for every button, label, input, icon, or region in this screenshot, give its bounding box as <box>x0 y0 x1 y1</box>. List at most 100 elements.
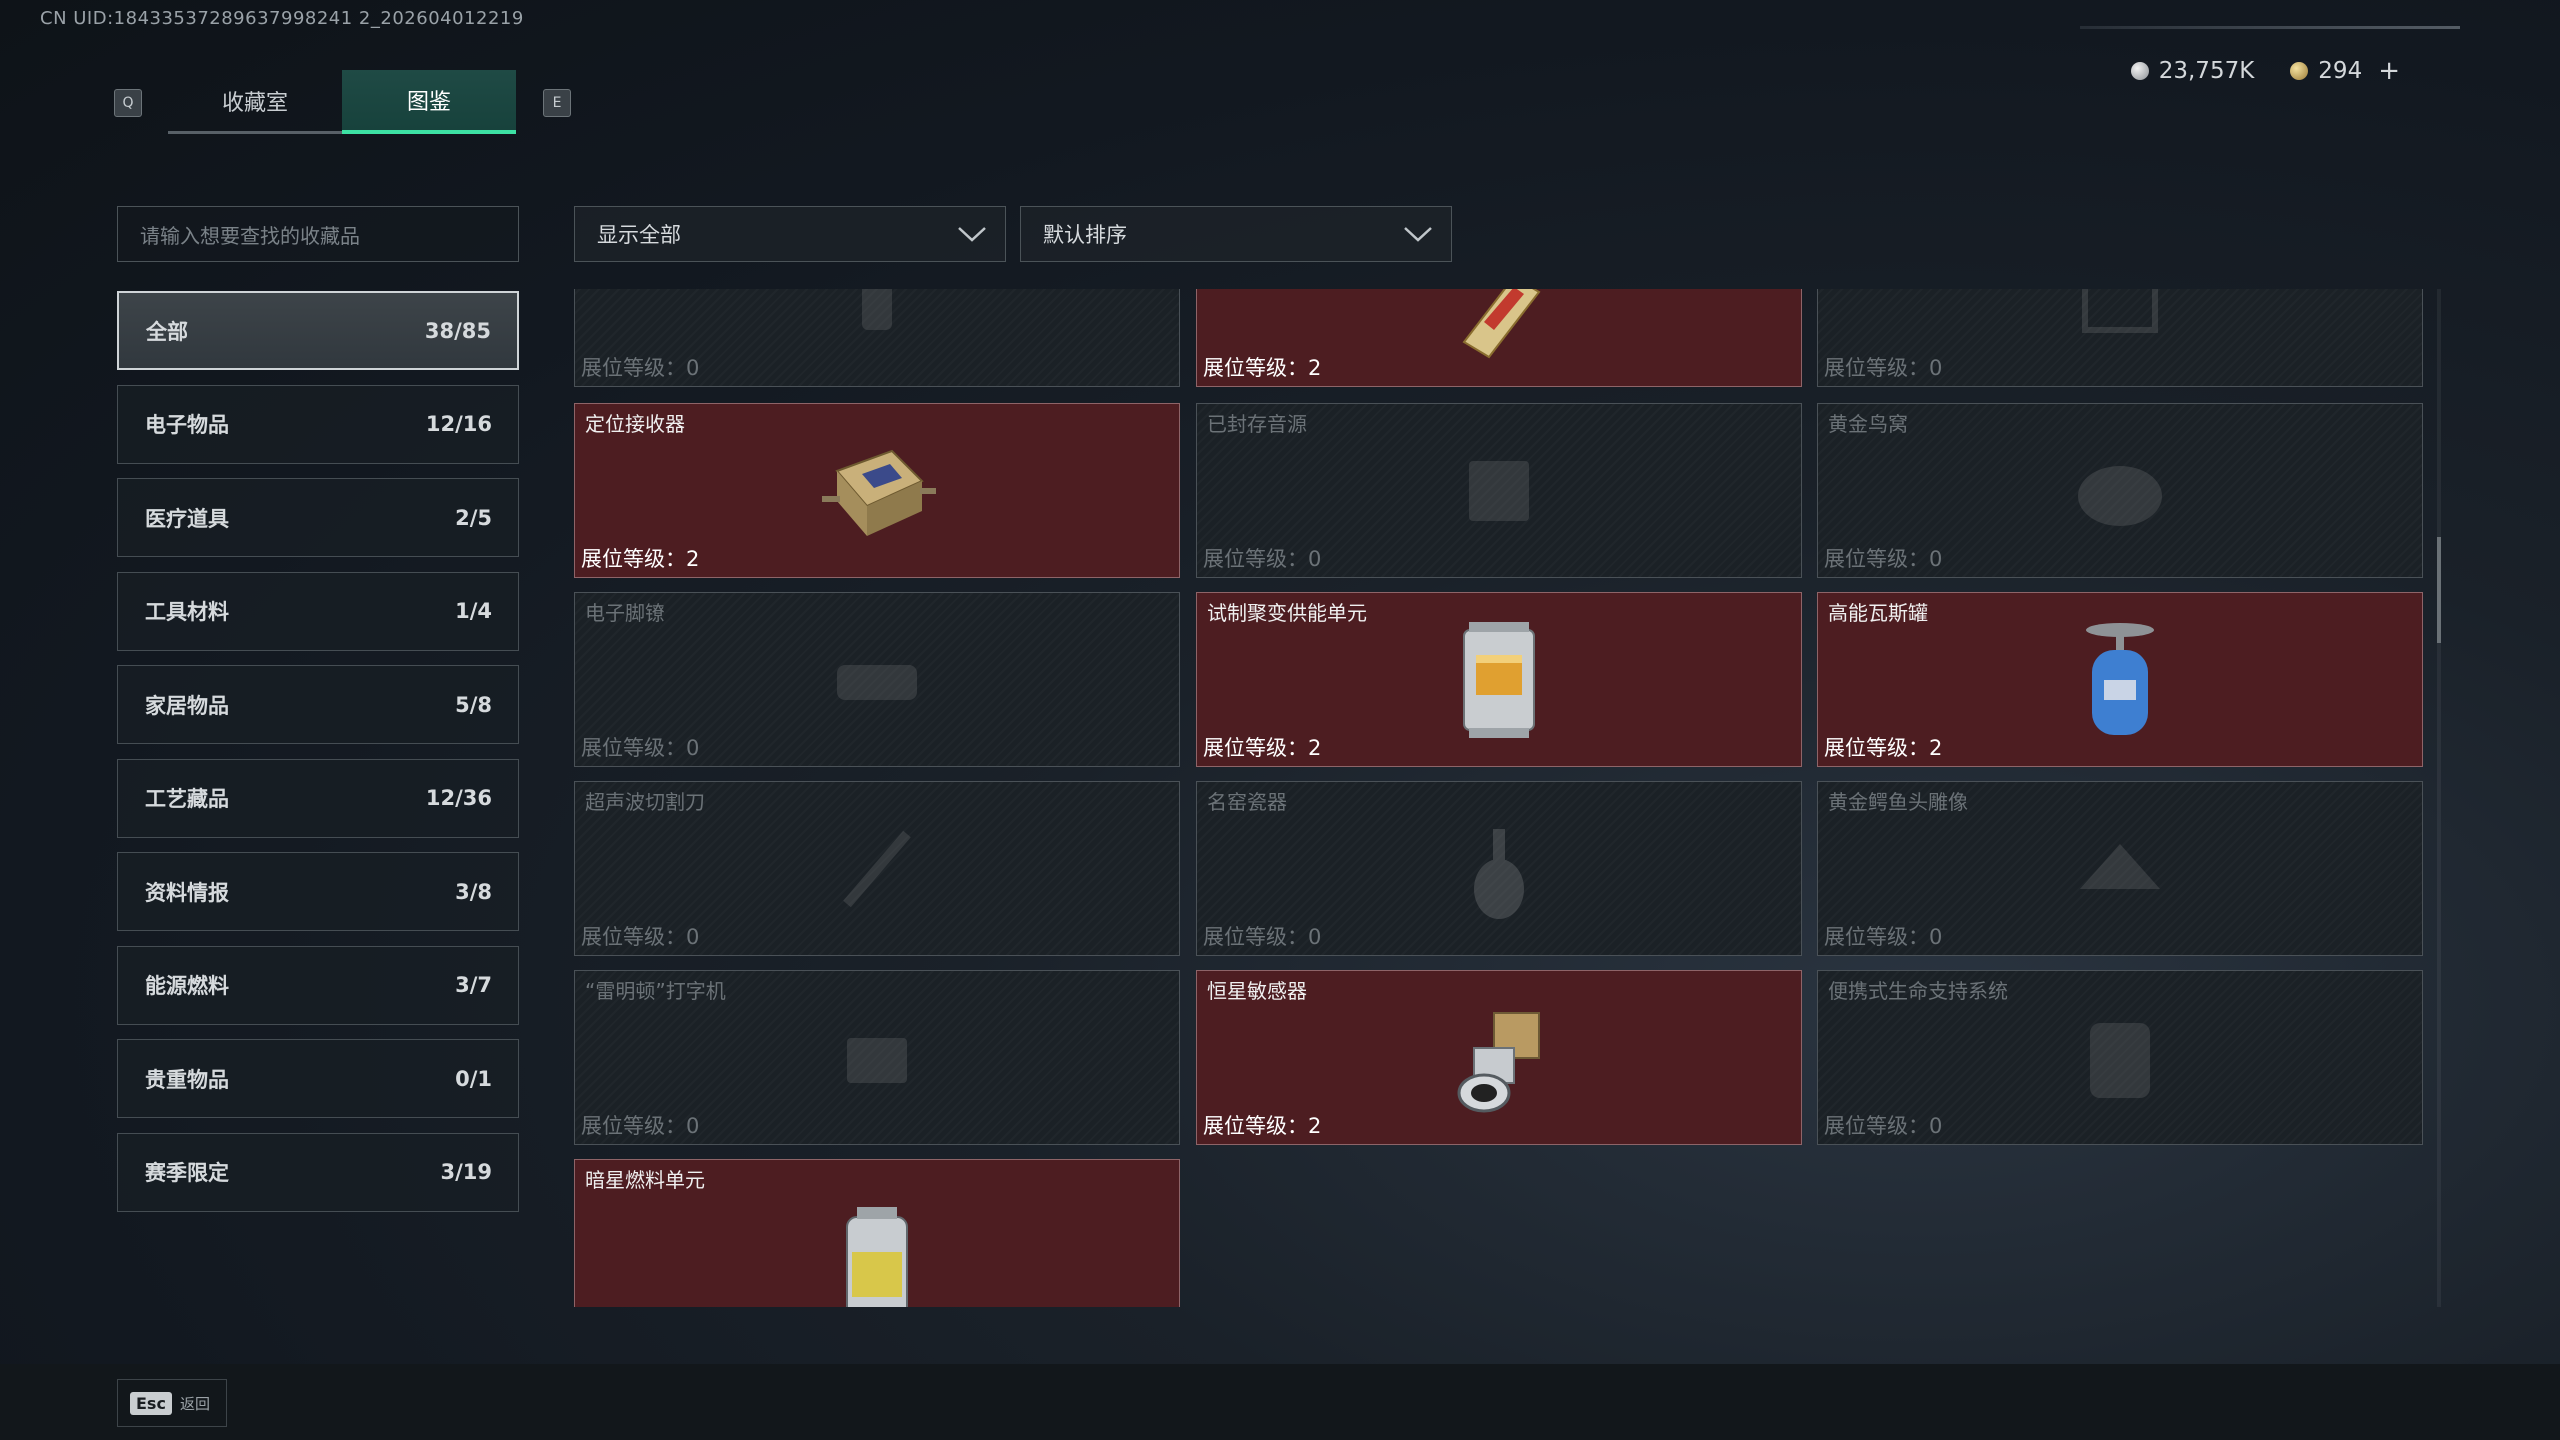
collection-card[interactable]: 便携式生命支持系统 展位等级：0 <box>1817 970 2423 1145</box>
category-label: 家居物品 <box>145 693 229 718</box>
card-name: 暗星燃料单元 <box>585 1168 705 1192</box>
item-silhouette-icon <box>2080 843 2160 889</box>
footer-bar <box>0 1364 2560 1440</box>
collection-card[interactable]: 名窑瓷器 展位等级：0 <box>1196 781 1802 956</box>
next-tab-key[interactable]: E <box>543 89 571 117</box>
category-label: 资料情报 <box>145 880 229 905</box>
filter-value: 显示全部 <box>597 223 681 247</box>
gold-amount: 294 <box>2318 58 2363 84</box>
collection-card[interactable]: 黄金鳄鱼头雕像 展位等级：0 <box>1817 781 2423 956</box>
category-count: 12/36 <box>425 786 492 810</box>
sort-value: 默认排序 <box>1043 223 1127 247</box>
search-input[interactable]: 请输入想要查找的收藏品 <box>117 206 519 262</box>
card-level: 展位等级：0 <box>1824 1114 1943 1138</box>
category-count: 3/8 <box>455 879 492 904</box>
category-valuables[interactable]: 贵重物品 0/1 <box>117 1039 519 1118</box>
collection-card[interactable]: 已封存音源 展位等级：0 <box>1196 403 1802 578</box>
category-crafts[interactable]: 工艺藏品 12/36 <box>117 758 519 838</box>
gas-canister-icon <box>2086 622 2154 735</box>
collection-card[interactable]: 恒星敏感器 展位等级：2 <box>1196 970 1802 1145</box>
collection-card[interactable]: “雷明顿”打字机 展位等级：0 <box>574 970 1180 1145</box>
card-name: 黄金鸟窝 <box>1828 412 1908 436</box>
tab-collection-room[interactable]: 收藏室 <box>168 70 342 134</box>
category-household[interactable]: 家居物品 5/8 <box>117 665 519 744</box>
category-count: 2/5 <box>455 505 492 530</box>
sort-dropdown[interactable]: 默认排序 <box>1020 206 1452 262</box>
card-name: 便携式生命支持系统 <box>1828 979 2008 1003</box>
esc-key: Esc <box>130 1391 172 1415</box>
card-level: 展位等级：2 <box>1824 736 1943 760</box>
category-count: 5/8 <box>455 692 492 717</box>
locator-receiver-icon <box>822 449 936 536</box>
category-label: 赛季限定 <box>145 1161 229 1185</box>
gold-bar-icon <box>1462 289 1541 359</box>
collection-card[interactable]: 电子脚镣 展位等级：0 <box>574 592 1180 767</box>
collection-card[interactable]: 定位接收器 展位等级：2 <box>574 403 1180 578</box>
category-season[interactable]: 赛季限定 3/19 <box>117 1132 519 1212</box>
chevron-down-icon <box>1404 227 1432 242</box>
grid-scrollbar[interactable] <box>2437 289 2441 1307</box>
card-name: 定位接收器 <box>585 412 685 436</box>
card-name: 高能瓦斯罐 <box>1828 601 1928 625</box>
item-silhouette-icon <box>2078 465 2162 526</box>
category-tools[interactable]: 工具材料 1/4 <box>117 571 519 651</box>
category-label: 医疗道具 <box>145 506 229 531</box>
silver-currency: 23,757K <box>2130 58 2255 84</box>
category-label: 工具材料 <box>145 600 229 624</box>
item-silhouette-icon <box>2090 1022 2150 1098</box>
category-medical[interactable]: 医疗道具 2/5 <box>117 478 519 557</box>
category-intel[interactable]: 资料情报 3/8 <box>117 852 519 931</box>
category-label: 全部 <box>146 319 188 344</box>
card-level: 展位等级：0 <box>1824 547 1943 571</box>
category-label: 电子物品 <box>145 413 229 437</box>
card-level: 展位等级：0 <box>581 736 700 760</box>
card-level: 展位等级：2 <box>1203 356 1322 380</box>
collection-card[interactable]: 试制聚变供能单元 展位等级：2 <box>1196 592 1802 767</box>
silver-amount: 23,757K <box>2158 58 2255 84</box>
collection-card[interactable]: 高能瓦斯罐 展位等级：2 <box>1817 592 2423 767</box>
category-label: 工艺藏品 <box>145 787 229 811</box>
category-count: 3/19 <box>440 1160 492 1184</box>
item-silhouette-icon <box>862 289 892 330</box>
card-level: 展位等级：2 <box>581 547 700 571</box>
uid-text: CN UID:18433537289637998241 2_2026040122… <box>40 8 524 29</box>
gold-coin-icon <box>2290 62 2309 80</box>
card-level: 展位等级：0 <box>1203 547 1322 571</box>
tab-catalog[interactable]: 图鉴 <box>342 70 516 134</box>
category-count: 0/1 <box>455 1066 492 1091</box>
collection-card[interactable]: 展位等级：0 <box>574 289 1180 387</box>
back-button[interactable]: Esc 返回 <box>117 1379 227 1427</box>
collection-card[interactable]: 展位等级：2 <box>1196 289 1802 387</box>
category-energy[interactable]: 能源燃料 3/7 <box>117 945 519 1025</box>
filter-dropdown[interactable]: 显示全部 <box>574 206 1006 262</box>
grid-scrollbar-thumb[interactable] <box>2437 537 2441 643</box>
tab-bar: 收藏室 图鉴 <box>168 70 516 134</box>
prev-tab-key[interactable]: Q <box>114 89 142 117</box>
collection-grid: 展位等级：0 展位等级：2 展位等级：0 定位接收器 展位等级：2 已封存音源 … <box>574 289 2424 1307</box>
card-level: 展位等级：0 <box>581 925 700 949</box>
card-name: 超声波切割刀 <box>585 790 705 814</box>
card-name: 黄金鳄鱼头雕像 <box>1828 790 1968 814</box>
currency-bar: 23,757K 294 + <box>2130 56 2400 86</box>
category-count: 1/4 <box>455 599 492 623</box>
item-silhouette-icon <box>2082 289 2158 333</box>
item-silhouette-icon <box>1474 828 1524 919</box>
category-electronics[interactable]: 电子物品 12/16 <box>117 384 519 464</box>
collection-card[interactable]: 暗星燃料单元 <box>574 1159 1180 1307</box>
gold-currency[interactable]: 294 + <box>2290 56 2400 86</box>
card-level: 展位等级：0 <box>1824 356 1943 380</box>
card-level: 展位等级：0 <box>581 1114 700 1138</box>
collection-card[interactable]: 黄金鸟窝 展位等级：0 <box>1817 403 2423 578</box>
category-label: 能源燃料 <box>145 974 229 998</box>
back-label: 返回 <box>179 1394 210 1413</box>
add-currency-button[interactable]: + <box>2378 56 2400 86</box>
card-level: 展位等级：0 <box>1203 925 1322 949</box>
category-all[interactable]: 全部 38/85 <box>117 291 519 370</box>
card-level: 展位等级：0 <box>1824 925 1943 949</box>
collection-card[interactable]: 展位等级：0 <box>1817 289 2423 387</box>
card-name: 已封存音源 <box>1207 412 1307 436</box>
silver-coin-icon <box>2130 62 2149 80</box>
collection-card[interactable]: 超声波切割刀 展位等级：0 <box>574 781 1180 956</box>
star-sensor-icon <box>1457 1011 1540 1112</box>
item-silhouette-icon <box>837 664 917 700</box>
